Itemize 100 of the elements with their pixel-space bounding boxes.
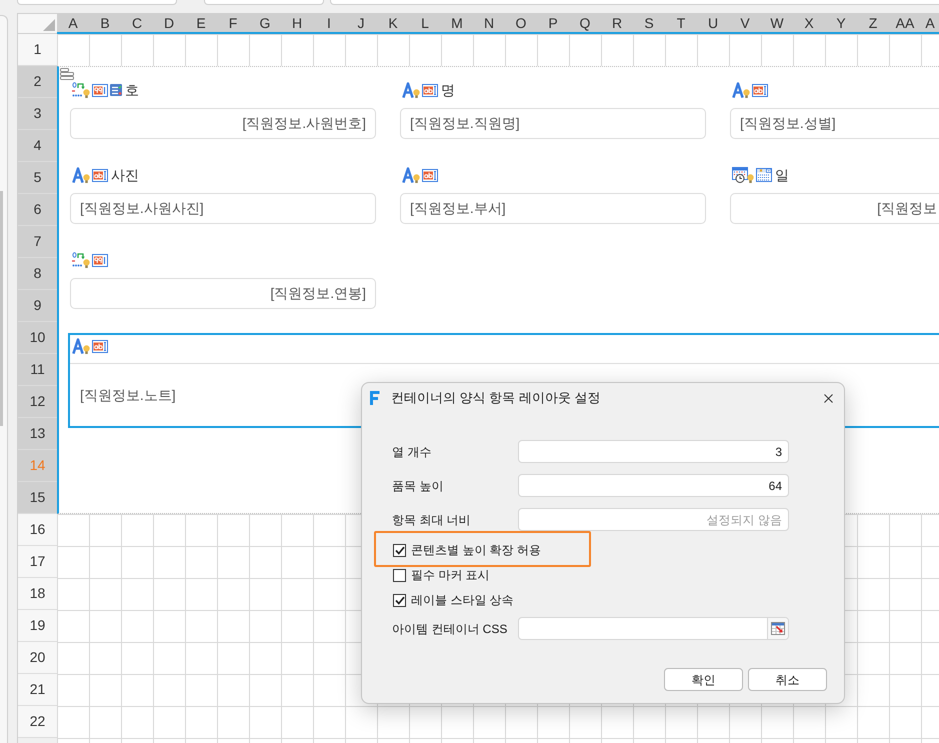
column-header[interactable]: R (601, 14, 633, 32)
input-field[interactable]: 64 (518, 474, 789, 497)
column-header[interactable]: A (57, 14, 89, 32)
form-field[interactable]: [직원정보.연봉] (70, 278, 376, 309)
checkbox[interactable] (393, 594, 406, 606)
column-header[interactable]: G (249, 14, 281, 32)
picker-button[interactable] (767, 618, 788, 639)
checkmark-icon (394, 596, 404, 604)
column-header[interactable]: Y (825, 14, 857, 32)
field-label: 호 (125, 80, 139, 100)
column-header[interactable]: Z (857, 14, 889, 32)
ok-button[interactable]: 확인 (664, 668, 743, 691)
column-header[interactable]: E (185, 14, 217, 32)
column-header[interactable]: O (505, 14, 537, 32)
column-header[interactable]: I (313, 14, 345, 32)
input-field[interactable] (518, 617, 789, 640)
row-header[interactable]: 13 (18, 418, 57, 450)
textbox-icon (92, 168, 108, 182)
date-grid-icon (756, 168, 772, 182)
checkbox[interactable] (393, 568, 406, 582)
row-header[interactable]: 12 (18, 386, 57, 418)
row-header[interactable]: 18 (18, 578, 57, 610)
row-header[interactable]: 10 (18, 322, 57, 354)
numeric-box-icon (92, 84, 108, 96)
number-format-icon (72, 82, 90, 98)
form-item[interactable]: 호 [직원정보.사원번호] (68, 78, 378, 141)
column-header[interactable]: D (153, 14, 185, 32)
number-format-icon (72, 252, 90, 268)
dialog-title: 컨테이너의 양식 항목 레이아웃 설정 (391, 389, 600, 408)
column-header[interactable]: V (729, 14, 761, 32)
text-type-icon (72, 338, 90, 354)
column-header[interactable]: U (697, 14, 729, 32)
row-header[interactable]: 2 (18, 66, 57, 98)
form-item[interactable]: [직원정보.연봉] (68, 248, 378, 311)
form-field[interactable]: [직원정보.직원명] (400, 108, 706, 139)
row-header[interactable]: 22 (18, 706, 57, 738)
column-header[interactable]: X (793, 14, 825, 32)
row-header[interactable]: 3 (18, 98, 57, 130)
field-label: 일 (775, 166, 789, 184)
column-header[interactable]: L (409, 14, 441, 32)
row-header[interactable]: 9 (18, 290, 57, 322)
column-header[interactable]: A (921, 14, 939, 32)
column-header[interactable]: M (441, 14, 473, 32)
row-header[interactable]: 6 (18, 194, 57, 226)
form-item[interactable]: 일 [직원정보 (728, 163, 939, 226)
row-header[interactable]: 1 (18, 34, 57, 66)
row-header[interactable]: 7 (18, 226, 57, 258)
row-header[interactable]: 4 (18, 130, 57, 162)
corner-triangle-icon[interactable] (43, 19, 55, 31)
textbox-icon (422, 84, 438, 96)
numeric-box-icon (92, 254, 108, 266)
row-header[interactable]: 19 (18, 610, 57, 642)
column-header[interactable]: F (217, 14, 249, 32)
textbox-icon (92, 340, 108, 352)
checkbox-label: 필수 마커 표시 (411, 567, 490, 584)
form-field[interactable]: [직원정보.사원사진] (70, 193, 376, 224)
field-label: 사진 (111, 166, 139, 184)
text-type-icon (732, 82, 750, 98)
row-header[interactable]: 17 (18, 546, 57, 578)
column-header[interactable]: J (345, 14, 377, 32)
column-header[interactable]: AA (889, 14, 921, 32)
text-type-icon (72, 167, 90, 183)
column-header[interactable]: S (633, 14, 665, 32)
row-header[interactable]: 16 (18, 514, 57, 546)
input-field[interactable]: 3 (518, 440, 789, 463)
form-field[interactable]: [직원정보.부서] (400, 193, 706, 224)
toolbar-field[interactable] (330, 0, 939, 5)
row-header[interactable]: 15 (18, 482, 57, 514)
cancel-button[interactable]: 취소 (748, 668, 827, 691)
column-header[interactable]: B (89, 14, 121, 32)
checkbox-label: 레이블 스타일 상속 (411, 592, 514, 609)
row-header[interactable]: 5 (18, 162, 57, 194)
checkmark-icon (394, 546, 404, 554)
toolbar-field[interactable] (17, 0, 177, 5)
column-header[interactable]: C (121, 14, 153, 32)
scrollbar-thumb[interactable] (0, 191, 3, 426)
form-item[interactable]: [직원정보.성별] (728, 78, 939, 141)
checkbox[interactable] (393, 544, 406, 556)
form-field[interactable]: [직원정보 (730, 193, 939, 224)
form-field[interactable]: [직원정보.성별] (730, 108, 939, 139)
app-logo-icon (368, 391, 382, 405)
form-item[interactable]: [직원정보.부서] (398, 163, 708, 226)
row-header[interactable]: 11 (18, 354, 57, 386)
form-item[interactable]: 명 [직원정보.직원명] (398, 78, 708, 141)
form-field[interactable]: [직원정보.사원번호] (70, 108, 376, 139)
toolbar-field[interactable] (204, 0, 324, 5)
text-type-icon (402, 167, 420, 183)
form-item[interactable]: 사진 [직원정보.사원사진] (68, 163, 378, 226)
field-label: 아이템 컨테이너 CSS (392, 622, 508, 636)
column-header[interactable]: K (377, 14, 409, 32)
column-header[interactable]: T (665, 14, 697, 32)
column-header[interactable]: H (281, 14, 313, 32)
column-header[interactable]: W (761, 14, 793, 32)
row-header[interactable]: 20 (18, 642, 57, 674)
row-header[interactable]: 8 (18, 258, 57, 290)
text-type-icon (402, 82, 420, 98)
column-header[interactable]: N (473, 14, 505, 32)
column-header[interactable]: Q (569, 14, 601, 32)
column-header[interactable]: P (537, 14, 569, 32)
row-header[interactable]: 21 (18, 674, 57, 706)
